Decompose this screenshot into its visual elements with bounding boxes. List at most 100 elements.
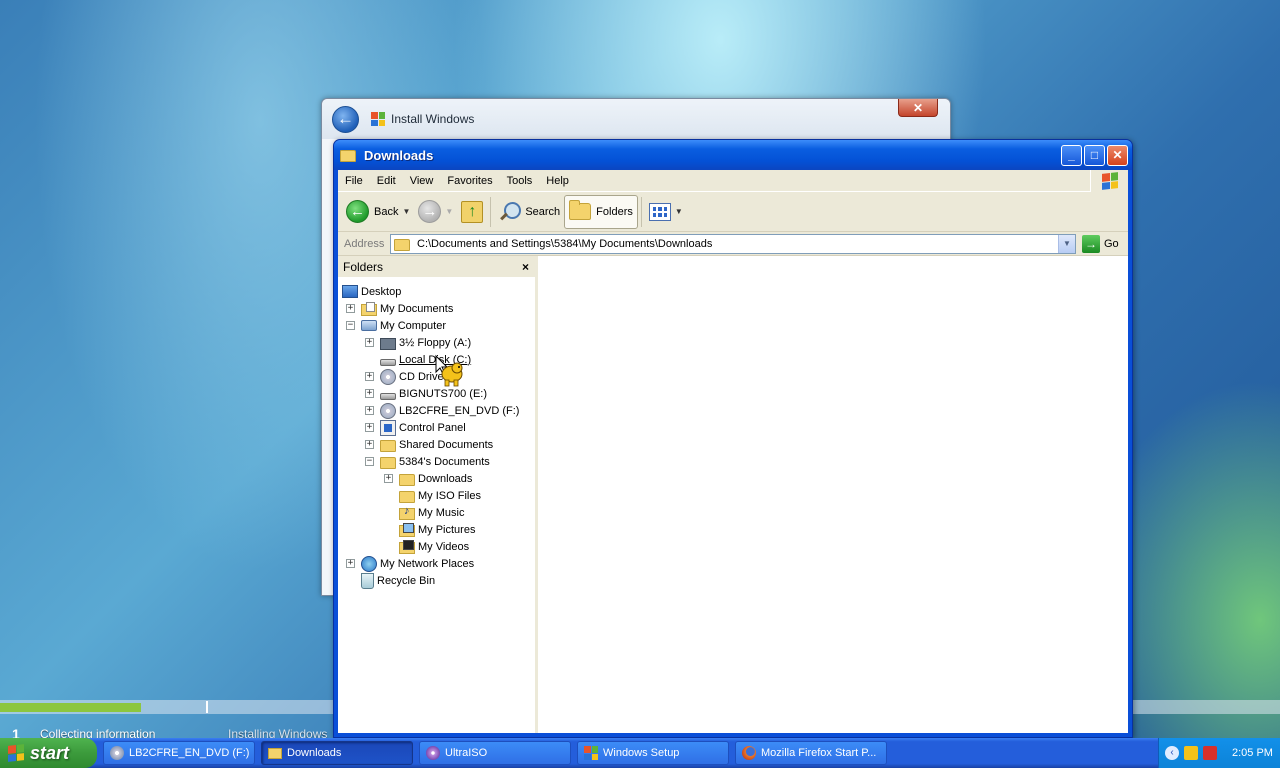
back-label: Back [374,205,399,218]
folder-icon [394,238,410,251]
control-panel-icon [380,419,396,436]
chevron-down-icon[interactable]: ▼ [675,207,683,216]
tray-network-icon[interactable] [1184,746,1198,760]
address-value[interactable]: C:\Documents and Settings\5384\My Docume… [417,238,712,250]
folders-pane-title: Folders [343,259,384,274]
go-button[interactable]: → Go [1082,234,1119,253]
tray-collapse-icon[interactable]: ‹ [1165,746,1179,760]
expand-icon[interactable]: + [365,389,374,398]
chevron-down-icon[interactable]: ▼ [402,207,410,216]
install-windows-close-button[interactable]: ✕ [898,99,938,117]
chevron-down-icon[interactable]: ▼ [1058,234,1075,253]
network-places-icon [361,555,377,572]
taskbar-item-firefox[interactable]: Mozilla Firefox Start P... [735,741,887,765]
folders-button[interactable]: Folders [564,194,638,229]
menu-help[interactable]: Help [539,175,576,187]
views-button[interactable]: ▼ [645,195,687,229]
file-list-pane[interactable] [538,256,1128,733]
up-folder-button[interactable]: ↑ [457,195,487,229]
taskbar-item-label: Downloads [287,747,342,759]
back-button[interactable]: ← Back ▼ [342,195,414,229]
expand-icon[interactable]: + [365,406,374,415]
search-button[interactable]: Search [494,195,564,229]
tree-item[interactable]: My Videos [399,538,469,555]
menu-edit[interactable]: Edit [370,175,403,187]
expand-icon[interactable]: + [365,423,374,432]
windows-flag-icon [1090,170,1128,192]
go-arrow-icon: → [1082,234,1100,253]
address-label: Address [344,237,385,250]
expand-icon[interactable]: + [384,474,393,483]
taskbar-item-downloads[interactable]: Downloads [261,741,413,765]
forward-arrow-icon: → [418,200,442,223]
taskbar-item-windows-setup[interactable]: Windows Setup [577,741,729,765]
explorer-body: File Edit View Favorites Tools Help ← Ba… [338,170,1128,733]
progress-step-divider [206,701,208,713]
tree-item[interactable]: + Downloads [384,470,473,487]
minimize-button[interactable]: _ [1061,144,1082,166]
tree-item[interactable]: + Shared Documents [365,436,493,453]
system-tray: ‹ 2:05 PM [1158,738,1280,768]
tree-item[interactable]: + My Network Places [346,555,474,572]
close-button[interactable]: ✕ [1107,144,1128,166]
expand-icon[interactable]: + [365,440,374,449]
tree-item-label: 3½ Floppy (A:) [399,336,472,349]
tree-item[interactable]: My Music [399,504,464,521]
menu-view[interactable]: View [403,175,441,187]
collapse-icon[interactable]: − [346,321,355,330]
tree-item[interactable]: + LB2CFRE_EN_DVD (F:) [365,402,519,419]
folder-icon [399,473,415,486]
tree-item-label: My Computer [380,319,447,332]
taskbar-item-ultraiso[interactable]: UltraISO [419,741,571,765]
start-button[interactable]: start [0,738,97,768]
address-bar: Address C:\Documents and Settings\5384\M… [338,232,1128,256]
chevron-down-icon[interactable]: ▼ [445,207,453,216]
folders-pane: Folders × Desktop + My Documents − My Comput… [338,256,538,733]
menu-file[interactable]: File [338,175,370,187]
tree-item[interactable]: My ISO Files [399,487,481,504]
explorer-titlebar[interactable]: Downloads _ □ ✕ [334,140,1132,170]
floppy-icon [380,337,396,350]
cd-drive-icon [380,368,396,385]
tree-item[interactable]: My Pictures [399,521,475,538]
tree-item-label: 5384's Documents [399,455,490,468]
hard-disk-icon [380,359,396,366]
expand-icon[interactable]: + [346,559,355,568]
tree-item[interactable]: Desktop [342,283,401,300]
tree-item[interactable]: + My Documents [346,300,453,317]
expand-icon[interactable]: + [346,304,355,313]
forward-button[interactable]: → ▼ [414,195,457,229]
taskbar-item-lb2cfre-dvd[interactable]: LB2CFRE_EN_DVD (F:) [103,741,255,765]
tree-item-label: Control Panel [399,421,466,434]
menu-favorites[interactable]: Favorites [440,175,499,187]
windows-flag-icon [8,744,24,762]
back-arrow-icon[interactable]: ← [332,105,359,133]
tree-item[interactable]: − My Computer [346,317,447,334]
dvd-drive-icon [110,746,124,760]
my-documents-icon [361,301,377,316]
clock: 2:05 PM [1232,747,1273,759]
tree-item[interactable]: − 5384's Documents [365,453,490,470]
tray-shield-icon[interactable] [1203,746,1217,760]
tree-item[interactable]: +3½ Floppy (A:) [365,334,472,351]
toolbar-separator [640,196,642,227]
taskbar-item-label: UltraISO [445,747,488,759]
close-icon[interactable]: × [522,260,529,274]
folder-icon [268,747,282,759]
expand-icon[interactable]: + [365,338,374,347]
tree-item-label: BIGNUTS700 (E:) [399,387,488,400]
menu-tools[interactable]: Tools [500,175,540,187]
ultraiso-icon [426,746,440,760]
tree-item-label: Desktop [361,285,402,298]
expand-icon[interactable]: + [365,372,374,381]
address-input[interactable]: C:\Documents and Settings\5384\My Docume… [390,233,1076,254]
back-arrow-icon: ← [346,200,369,223]
videos-folder-icon [399,539,415,554]
maximize-button[interactable]: □ [1084,144,1105,166]
tree-item-label: Downloads [418,472,473,485]
collapse-icon[interactable]: − [365,457,374,466]
tree-item[interactable]: + Control Panel [365,419,466,436]
folders-icon [569,200,592,220]
tree-item[interactable]: Recycle Bin [361,572,435,589]
drive-icon [380,393,396,400]
